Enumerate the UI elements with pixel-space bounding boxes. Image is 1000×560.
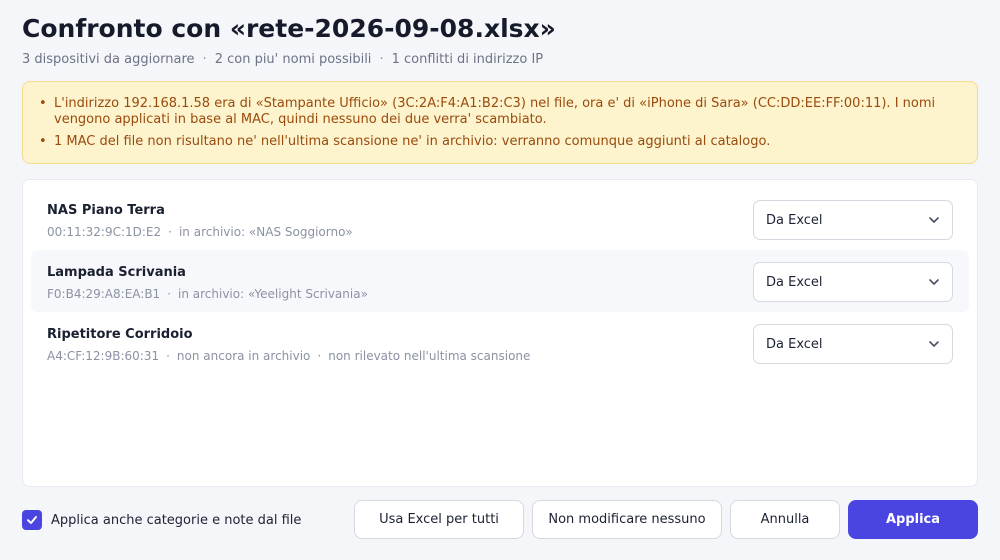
chevron-down-icon (928, 338, 940, 350)
device-row: Ripetitore Corridoio A4:CF:12:9B:60:31 · n… (31, 312, 969, 374)
summary-ip-conflicts-count: 1 conflitti di indirizzo IP (391, 52, 544, 67)
device-scan-status: non rilevato nell'ultima scansione (328, 349, 531, 363)
device-meta: 00:11:32:9C:1D:E2 · in archivio: «NAS Sogg… (47, 225, 353, 239)
summary-separator: · (202, 52, 207, 67)
apply-extra-label[interactable]: Applica anche categorie e note dal file (51, 513, 301, 528)
apply-extra-checkbox[interactable] (22, 510, 42, 530)
device-mac: F0:B4:29:A8:EA:B1 (47, 287, 161, 301)
name-source-select[interactable]: Da Excel (753, 324, 953, 364)
meta-separator: · (166, 349, 170, 363)
device-name: Lampada Scrivania (47, 265, 186, 280)
summary-multiple-names-count: 2 con piu' nomi possibili (214, 52, 372, 67)
use-excel-all-button[interactable]: Usa Excel per tutti (354, 500, 524, 539)
device-archive-status: in archivio: «Yeelight Scrivania» (178, 287, 368, 301)
device-archive-status: non ancora in archivio (176, 349, 311, 363)
modify-none-button[interactable]: Non modificare nessuno (532, 500, 722, 539)
devices-panel: NAS Piano Terra 00:11:32:9C:1D:E2 · in arc… (22, 179, 978, 487)
warning-box: L'indirizzo 192.168.1.58 era di «Stampan… (22, 81, 978, 164)
device-archive-status: in archivio: «NAS Soggiorno» (178, 225, 353, 239)
chevron-down-icon (928, 214, 940, 226)
apply-button[interactable]: Applica (848, 500, 978, 539)
summary-devices-count: 3 dispositivi da aggiornare (22, 52, 195, 67)
summary-bar: 3 dispositivi da aggiornare · 2 con piu' n… (22, 52, 543, 67)
warning-unknown-mac: 1 MAC del file non risultano ne' nell'ul… (39, 134, 961, 150)
device-row: Lampada Scrivania F0:B4:29:A8:EA:B1 · in a… (31, 250, 969, 312)
checkmark-icon (27, 516, 37, 524)
meta-separator: · (168, 225, 172, 239)
device-name: Ripetitore Corridoio (47, 327, 193, 342)
cancel-button[interactable]: Annulla (730, 500, 840, 539)
chevron-down-icon (928, 276, 940, 288)
device-row: NAS Piano Terra 00:11:32:9C:1D:E2 · in arc… (31, 188, 969, 250)
name-source-select[interactable]: Da Excel (753, 200, 953, 240)
meta-separator: · (317, 349, 322, 363)
page-title: Confronto con «rete-2026-09-08.xlsx» (22, 14, 556, 43)
apply-extra-option[interactable]: Applica anche categorie e note dal file (22, 510, 301, 530)
name-source-select[interactable]: Da Excel (753, 262, 953, 302)
summary-separator: · (379, 52, 384, 67)
select-value: Da Excel (766, 274, 823, 290)
device-meta: A4:CF:12:9B:60:31 · non ancora in archivio… (47, 349, 530, 363)
select-value: Da Excel (766, 212, 823, 228)
warning-ip-conflict: L'indirizzo 192.168.1.58 era di «Stampan… (39, 96, 961, 128)
device-mac: 00:11:32:9C:1D:E2 (47, 225, 162, 239)
device-mac: A4:CF:12:9B:60:31 (47, 349, 160, 363)
select-value: Da Excel (766, 336, 823, 352)
device-meta: F0:B4:29:A8:EA:B1 · in archivio: «Yeelight… (47, 287, 368, 301)
meta-separator: · (167, 287, 172, 301)
device-name: NAS Piano Terra (47, 203, 165, 218)
